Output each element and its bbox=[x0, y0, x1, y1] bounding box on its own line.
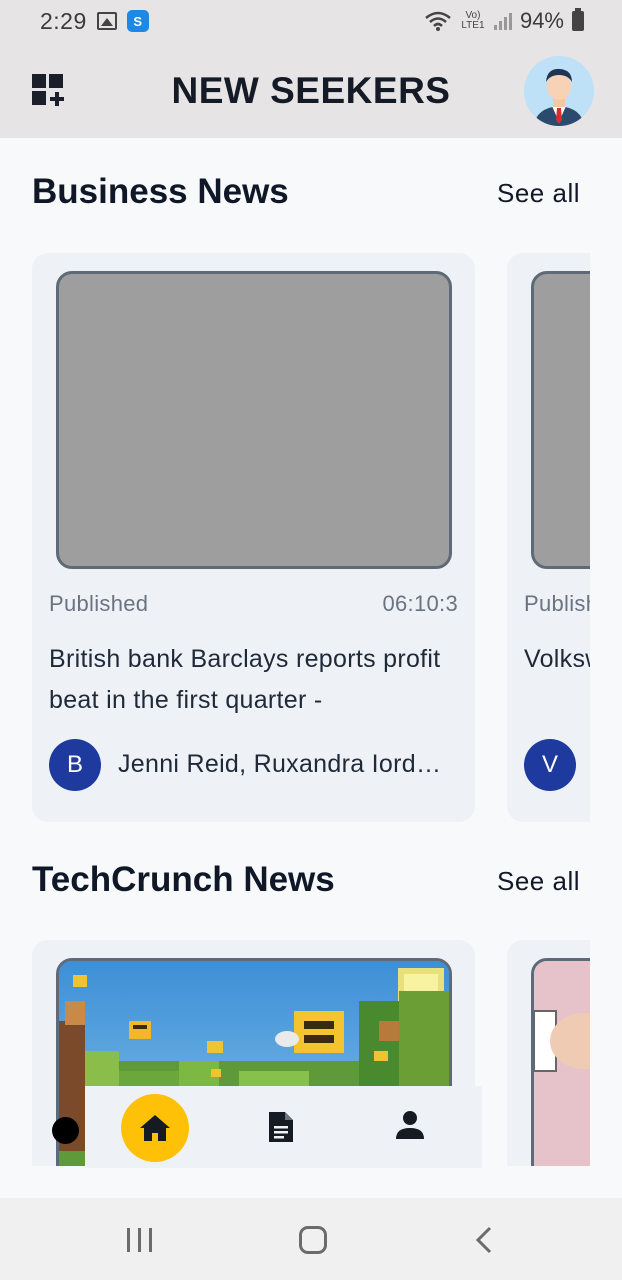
news-headline[interactable]: Volkswagen first-quarter bbox=[524, 639, 590, 723]
see-all-techcrunch-button[interactable]: See all bbox=[497, 866, 580, 897]
app-notification-icon: S bbox=[126, 10, 149, 32]
card-meta: Published bbox=[524, 591, 590, 617]
nav-home-button[interactable] bbox=[121, 1094, 189, 1162]
home-outline-icon[interactable] bbox=[299, 1226, 327, 1254]
author-avatar: B bbox=[49, 739, 101, 791]
nav-documents-button[interactable] bbox=[267, 1110, 295, 1149]
section-title-techcrunch: TechCrunch News bbox=[32, 860, 335, 899]
news-thumbnail bbox=[56, 271, 452, 569]
business-news-rail[interactable]: Published 06:10:3 British bank Barclays … bbox=[32, 253, 590, 823]
battery-icon bbox=[572, 8, 584, 31]
floating-dot bbox=[52, 1117, 79, 1144]
section-title-business: Business News bbox=[32, 172, 289, 211]
author-avatar: V bbox=[524, 739, 576, 791]
profile-avatar[interactable] bbox=[524, 56, 594, 126]
back-icon[interactable] bbox=[474, 1226, 494, 1254]
news-thumbnail bbox=[531, 958, 590, 1166]
see-all-business-button[interactable]: See all bbox=[497, 178, 580, 209]
status-bar: 2:29 S Vo) LTE1 94% bbox=[0, 0, 622, 42]
nav-profile-button[interactable] bbox=[395, 1110, 425, 1145]
published-time: 06:10:3 bbox=[382, 591, 458, 616]
news-card[interactable]: Published 06:10:3 British bank Barclays … bbox=[32, 253, 475, 822]
news-thumbnail bbox=[531, 271, 590, 569]
document-icon bbox=[269, 1112, 293, 1142]
published-label: Published bbox=[524, 591, 590, 616]
signal-icon bbox=[493, 12, 512, 30]
wifi-icon bbox=[425, 11, 451, 31]
author-name: Jenni Reid, Ruxandra Iordache bbox=[118, 750, 455, 778]
recents-icon[interactable] bbox=[127, 1228, 152, 1252]
system-nav-bar bbox=[0, 1198, 622, 1280]
news-headline[interactable]: British bank Barclays reports profit bea… bbox=[49, 639, 445, 723]
bottom-nav bbox=[85, 1086, 482, 1168]
home-icon bbox=[140, 1115, 170, 1141]
app-bar: NEW SEEKERS bbox=[0, 42, 622, 138]
network-label: Vo) LTE1 bbox=[461, 10, 485, 31]
battery-text: 94% bbox=[519, 8, 564, 33]
published-label: Published bbox=[49, 591, 149, 616]
status-time: 2:29 bbox=[40, 7, 87, 34]
news-card[interactable]: Published Volkswagen first-quarter V bbox=[507, 253, 590, 822]
status-right: Vo) LTE1 94% bbox=[424, 8, 584, 34]
card-meta: Published 06:10:3 bbox=[49, 591, 458, 617]
person-icon bbox=[396, 1111, 424, 1139]
news-card[interactable] bbox=[507, 940, 590, 1166]
gallery-icon bbox=[96, 12, 117, 30]
